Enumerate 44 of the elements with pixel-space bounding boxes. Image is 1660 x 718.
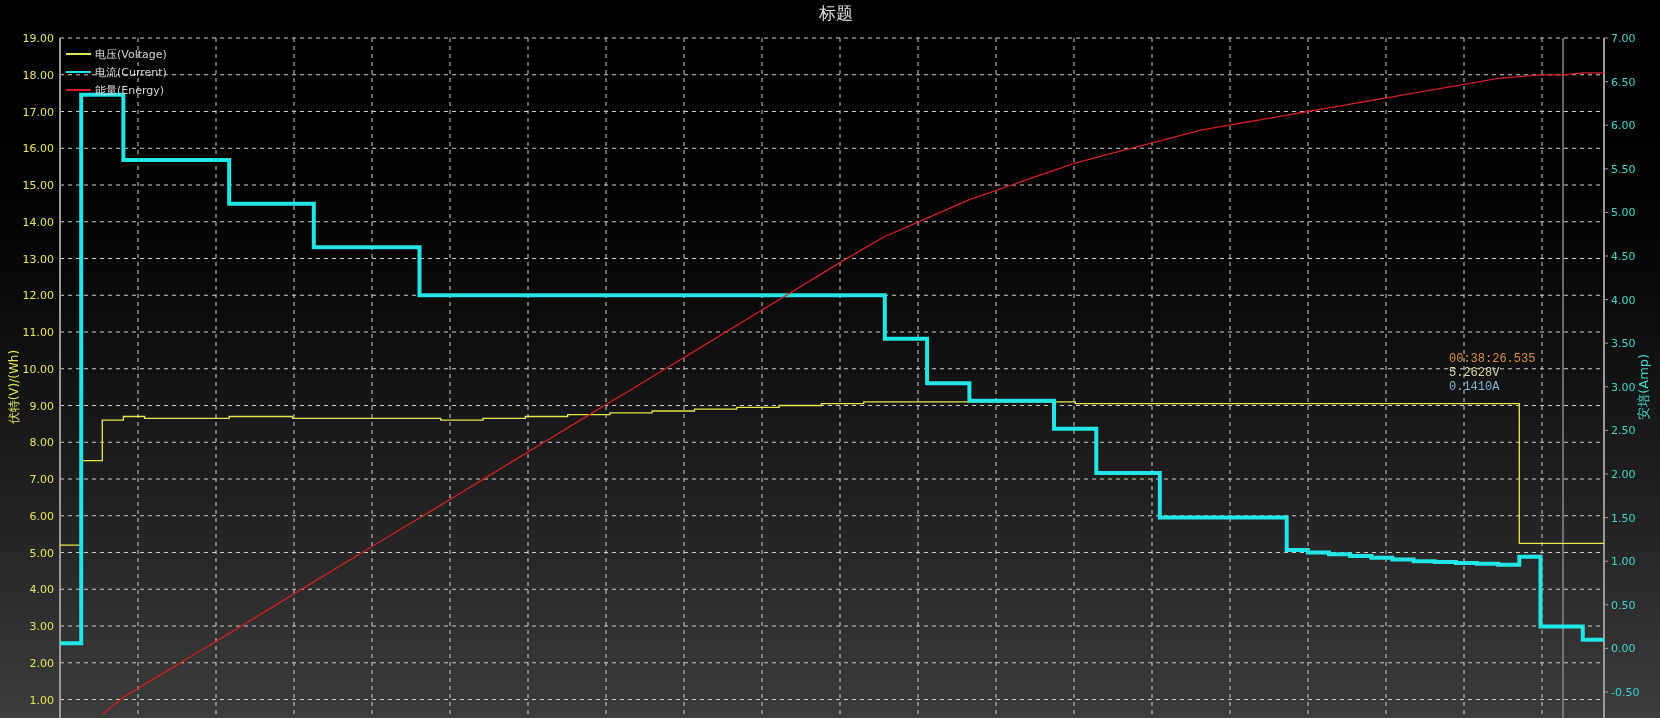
axis-tick-label: 2.00 — [29, 656, 54, 670]
cursor-voltage: 5.2628V — [1449, 366, 1500, 380]
axis-tick-label: 16.00 — [22, 142, 54, 156]
right-axis-label: 安培(Amp) — [1636, 353, 1651, 420]
axis-tick-label: 14.00 — [22, 215, 54, 229]
axis-tick-label: 9.00 — [29, 399, 54, 413]
axis-tick-label: 15.00 — [22, 179, 54, 192]
axis-tick-label: 5.00 — [1611, 206, 1636, 220]
left-axis-label: 伏特(V)/(Wh) — [7, 349, 21, 425]
axis-tick-label: 18.00 — [22, 68, 54, 82]
axis-tick-label: 1.50 — [1611, 511, 1636, 525]
legend-label: 电流(Current) — [95, 66, 167, 79]
axis-tick-label: 13.00 — [22, 252, 54, 266]
axis-tick-label: 4.50 — [1611, 250, 1636, 263]
cursor-time: 00:38:26.535 — [1449, 352, 1536, 366]
axis-tick-label: 8.00 — [29, 436, 54, 450]
cursor-current: 0.1410A — [1449, 380, 1500, 394]
axis-tick-label: 6.50 — [1611, 75, 1636, 89]
axis-tick-label: 2.50 — [1611, 424, 1636, 438]
axis-tick-label: 7.00 — [29, 473, 54, 486]
chart-title: 标题 — [819, 2, 853, 26]
axis-tick-label: 11.00 — [22, 326, 54, 339]
axis-tick-label: 7.00 — [1611, 32, 1636, 45]
axis-tick-label: 12.00 — [22, 289, 54, 303]
axis-tick-label: 4.00 — [1611, 293, 1636, 307]
axis-tick-label: 5.00 — [29, 546, 54, 560]
axis-tick-label: 1.00 — [1611, 555, 1636, 569]
axis-tick-label: 6.00 — [1611, 119, 1636, 133]
axis-tick-label: 2.00 — [1611, 468, 1636, 481]
cursor-line[interactable] — [1562, 37, 1564, 718]
axis-tick-label: 19.00 — [22, 32, 54, 45]
axis-tick-label: 3.00 — [29, 620, 54, 633]
legend-label: 电压(Voltage) — [95, 48, 167, 61]
axis-tick-label: 1.00 — [29, 693, 54, 707]
axis-tick-label: 5.50 — [1611, 162, 1636, 176]
axis-tick-label: 10.00 — [22, 362, 54, 376]
axis-tick-label: 3.50 — [1611, 337, 1636, 351]
axis-tick-label: 0.00 — [1611, 642, 1636, 656]
axis-tick-label: -0.50 — [1611, 686, 1640, 699]
axis-tick-label: 0.50 — [1611, 598, 1636, 612]
axis-tick-label: 3.00 — [1611, 380, 1636, 394]
axis-tick-label: 4.00 — [29, 583, 54, 597]
axis-tick-label: 17.00 — [22, 105, 54, 119]
axis-tick-label: 6.00 — [29, 509, 54, 523]
